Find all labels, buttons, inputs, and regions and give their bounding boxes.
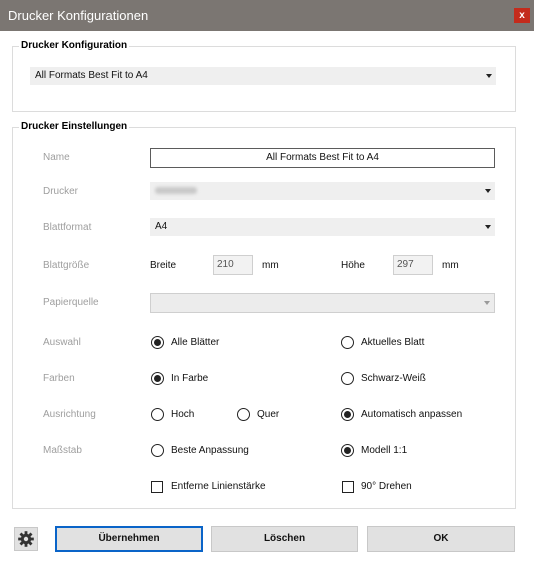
ausrichtung-auto-label: Automatisch anpassen <box>361 409 463 420</box>
massstab-modell-radio[interactable] <box>341 444 354 457</box>
ausrichtung-quer-radio[interactable] <box>237 408 250 421</box>
auswahl-label: Auswahl <box>43 337 81 348</box>
drucker-label: Drucker <box>43 186 79 197</box>
drehen-checkbox[interactable] <box>342 481 354 493</box>
blattformat-select[interactable]: A4 <box>150 218 495 236</box>
redacted-printer-name <box>155 187 197 194</box>
ausrichtung-hoch-radio[interactable] <box>151 408 164 421</box>
auswahl-aktuelles-radio[interactable] <box>341 336 354 349</box>
ausrichtung-quer-label: Quer <box>257 409 280 420</box>
loeschen-button[interactable]: Löschen <box>211 526 358 552</box>
ausrichtung-hoch-label: Hoch <box>171 409 195 420</box>
uebernehmen-button[interactable]: Übernehmen <box>55 526 203 552</box>
chevron-down-icon <box>484 301 490 305</box>
konfiguration-group: Drucker Konfiguration All Formats Best F… <box>12 40 516 112</box>
ok-button[interactable]: OK <box>367 526 515 552</box>
linienstaerke-label: Entferne Linienstärke <box>171 481 266 492</box>
auswahl-aktuelles-label: Aktuelles Blatt <box>361 337 425 348</box>
farben-label: Farben <box>43 373 75 384</box>
hoehe-label: Höhe <box>341 260 365 271</box>
papierquelle-label: Papierquelle <box>43 297 99 308</box>
close-button[interactable]: x <box>514 8 530 23</box>
ausrichtung-label: Ausrichtung <box>43 409 96 420</box>
konfiguration-select[interactable]: All Formats Best Fit to A4 <box>30 67 496 85</box>
auswahl-alle-label: Alle Blätter <box>171 337 220 348</box>
title-bar: Drucker Konfigurationen x <box>0 0 534 31</box>
settings-button[interactable] <box>14 527 38 551</box>
drehen-label: 90° Drehen <box>361 481 412 492</box>
papierquelle-select[interactable] <box>150 293 495 313</box>
konfiguration-legend: Drucker Konfiguration <box>19 40 130 51</box>
hoehe-unit: mm <box>442 260 459 271</box>
name-input[interactable]: All Formats Best Fit to A4 <box>150 148 495 168</box>
massstab-beste-radio[interactable] <box>151 444 164 457</box>
name-label: Name <box>43 152 70 163</box>
chevron-down-icon <box>485 225 491 229</box>
gear-icon <box>18 531 34 547</box>
farben-sw-radio[interactable] <box>341 372 354 385</box>
blattgroesse-label: Blattgröße <box>43 260 90 271</box>
farben-farbe-radio[interactable] <box>151 372 164 385</box>
konfiguration-select-value: All Formats Best Fit to A4 <box>35 70 148 81</box>
breite-input[interactable]: 210 <box>213 255 253 275</box>
breite-unit: mm <box>262 260 279 271</box>
massstab-beste-label: Beste Anpassung <box>171 445 249 456</box>
window-title: Drucker Konfigurationen <box>8 8 149 23</box>
blattformat-value: A4 <box>155 221 168 232</box>
farben-farbe-label: In Farbe <box>171 373 209 384</box>
chevron-down-icon <box>485 189 491 193</box>
auswahl-alle-radio[interactable] <box>151 336 164 349</box>
einstellungen-legend: Drucker Einstellungen <box>19 121 130 132</box>
hoehe-input[interactable]: 297 <box>393 255 433 275</box>
ausrichtung-auto-radio[interactable] <box>341 408 354 421</box>
breite-label: Breite <box>150 260 177 271</box>
blattformat-label: Blattformat <box>43 222 92 233</box>
farben-sw-label: Schwarz-Weiß <box>361 373 426 384</box>
linienstaerke-checkbox[interactable] <box>151 481 163 493</box>
massstab-label: Maßstab <box>43 445 82 456</box>
chevron-down-icon <box>486 74 492 78</box>
massstab-modell-label: Modell 1:1 <box>361 445 408 456</box>
drucker-select[interactable] <box>150 182 495 200</box>
